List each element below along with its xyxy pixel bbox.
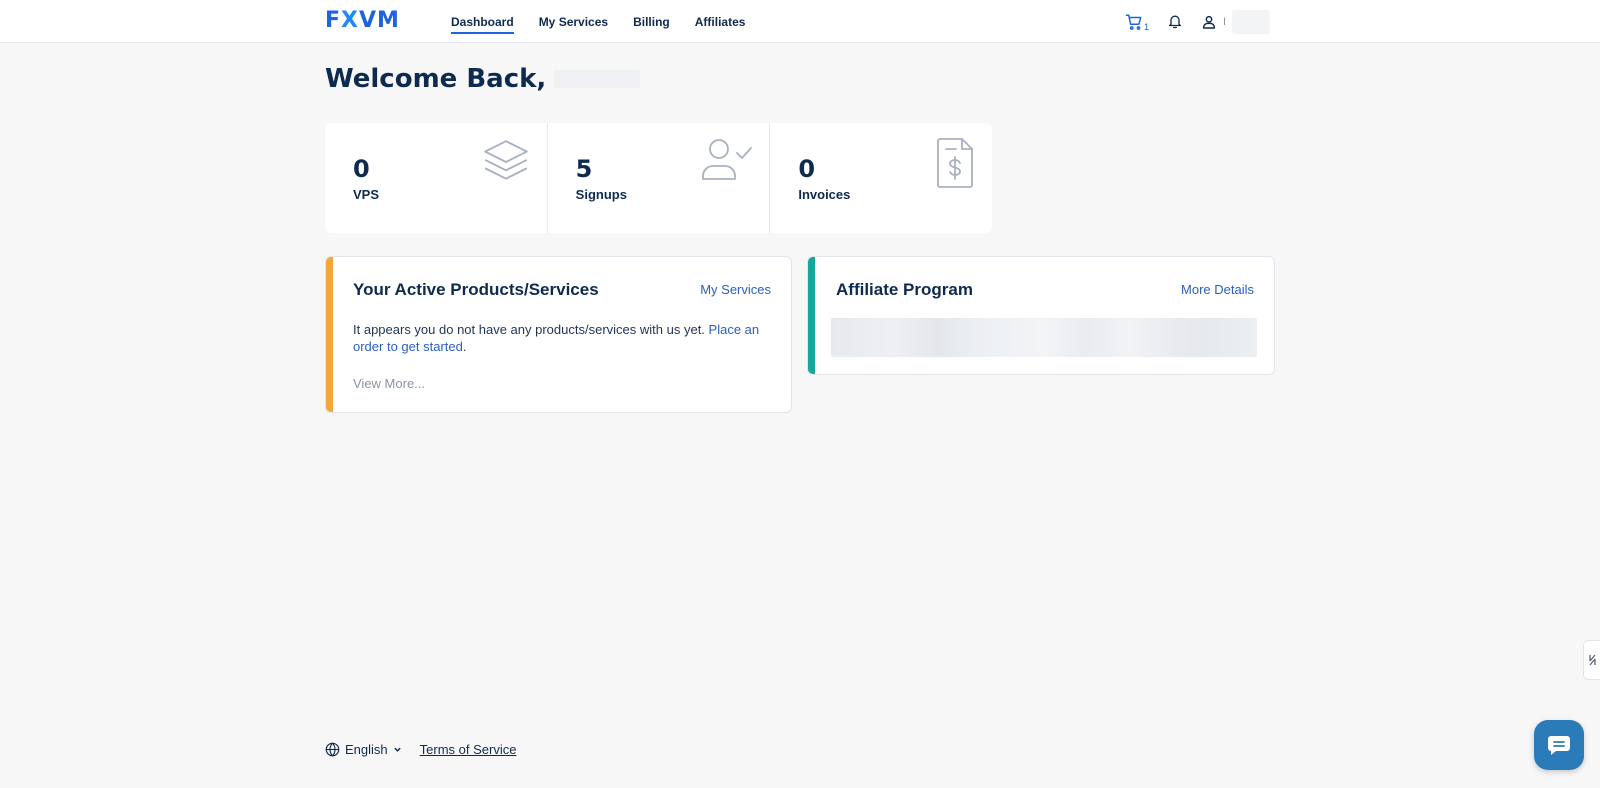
welcome-heading: Welcome Back, xyxy=(325,64,641,94)
message-text: It appears you do not have any products/… xyxy=(353,322,709,337)
chat-button[interactable] xyxy=(1534,720,1584,770)
chevron-down-icon xyxy=(393,747,401,752)
nav-dashboard[interactable]: Dashboard xyxy=(451,0,514,43)
stat-vps[interactable]: 0 VPS xyxy=(325,123,547,233)
card-title: Your Active Products/Services xyxy=(353,280,599,299)
stats-panel: 0 VPS 5 Signups 0 Invoices xyxy=(325,123,992,233)
language-label: English xyxy=(345,742,388,757)
notifications-button[interactable] xyxy=(1167,13,1183,30)
user-name-redacted xyxy=(1232,9,1270,34)
user-icon xyxy=(1202,15,1216,29)
logo-letter-f: F xyxy=(325,7,342,33)
top-navbar: F X VM Dashboard My Services Billing Affil… xyxy=(0,0,1600,43)
language-selector[interactable]: English xyxy=(325,742,402,757)
main-nav: Dashboard My Services Billing Affiliates xyxy=(451,0,770,43)
affiliate-program-card: Affiliate Program More Details xyxy=(807,256,1275,375)
chat-icon xyxy=(1548,736,1570,755)
terms-of-service-link[interactable]: Terms of Service xyxy=(420,742,517,757)
invoice-icon xyxy=(937,138,973,188)
message-suffix: . xyxy=(462,339,467,354)
stat-label: Invoices xyxy=(798,187,851,202)
place-order-link[interactable]: Place an xyxy=(709,322,760,337)
bell-icon xyxy=(1168,15,1181,29)
cart-icon xyxy=(1125,14,1142,30)
stat-label: VPS xyxy=(353,187,380,202)
user-initial: I xyxy=(1222,15,1226,28)
cart-button[interactable]: 1 xyxy=(1125,13,1149,32)
cart-count-badge: 1 xyxy=(1143,21,1149,32)
logo-letters-vm: VM xyxy=(359,7,400,33)
nav-affiliates[interactable]: Affiliates xyxy=(695,0,746,43)
place-order-link-continued[interactable]: order to get started xyxy=(353,339,463,354)
user-menu[interactable]: I xyxy=(1201,9,1270,34)
side-feedback-tab[interactable] xyxy=(1583,640,1600,680)
layers-icon xyxy=(483,140,528,180)
card-title: Affiliate Program xyxy=(836,280,973,299)
card-accent xyxy=(326,257,333,412)
header-actions: 1 I xyxy=(1125,0,1270,43)
expand-icon xyxy=(1588,654,1596,666)
view-more-link[interactable]: View More... xyxy=(353,376,425,391)
nav-billing[interactable]: Billing xyxy=(633,0,670,43)
my-services-link[interactable]: My Services xyxy=(700,282,771,297)
affiliate-details-redacted xyxy=(831,318,1257,357)
footer: English Terms of Service xyxy=(325,742,516,757)
empty-products-message: It appears you do not have any products/… xyxy=(353,321,773,355)
card-accent xyxy=(808,257,815,374)
welcome-text: Welcome Back, xyxy=(325,64,547,94)
logo-letter-x: X xyxy=(341,7,359,33)
fxvm-logo[interactable]: F X VM xyxy=(325,7,400,33)
welcome-name-redacted xyxy=(554,70,641,88)
globe-icon xyxy=(325,742,340,757)
stat-label: Signups xyxy=(575,187,627,202)
more-details-link[interactable]: More Details xyxy=(1181,282,1254,297)
stat-invoices[interactable]: 0 Invoices xyxy=(769,123,992,233)
nav-my-services[interactable]: My Services xyxy=(539,0,608,43)
stat-signups[interactable]: 5 Signups xyxy=(546,123,770,233)
active-products-card: Your Active Products/Services My Service… xyxy=(325,256,792,413)
user-check-icon xyxy=(702,139,753,180)
